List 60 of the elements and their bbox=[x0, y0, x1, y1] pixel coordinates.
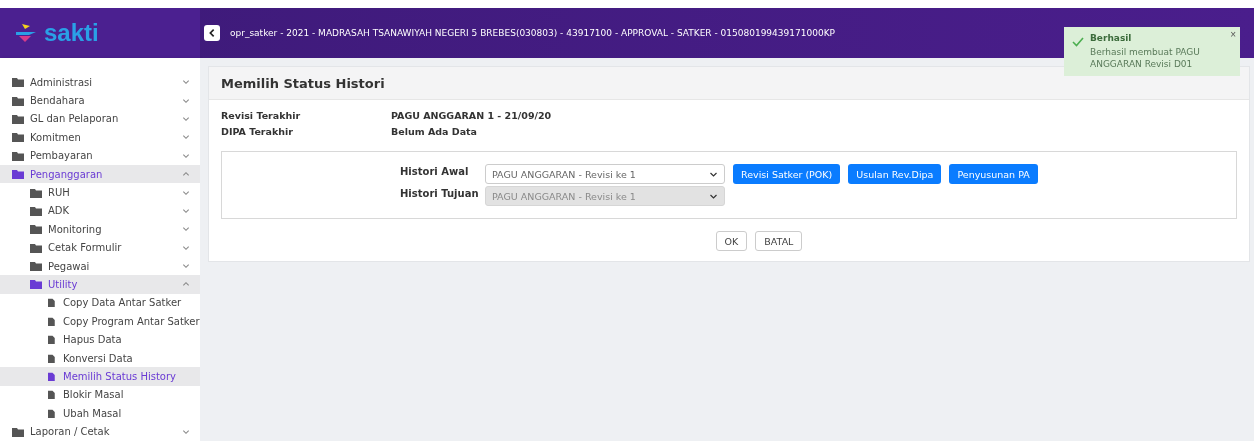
sidebar-item[interactable]: Laporan / Cetak bbox=[0, 422, 200, 441]
sidebar-item[interactable]: ADK bbox=[0, 201, 200, 221]
sidebar-item[interactable]: Konversi Data bbox=[0, 348, 200, 368]
sidebar-item[interactable]: Pegawai bbox=[0, 256, 200, 276]
action-button[interactable]: Penyusunan PA bbox=[949, 164, 1038, 184]
page-title: Memilih Status Histori bbox=[209, 67, 1249, 100]
logo: sakti bbox=[44, 19, 99, 47]
toast-title: Berhasil bbox=[1090, 33, 1133, 43]
document-icon bbox=[48, 389, 57, 401]
folder-icon bbox=[12, 426, 24, 437]
folder-icon bbox=[12, 95, 24, 106]
sidebar-item[interactable]: Komitmen bbox=[0, 128, 200, 147]
folder-icon bbox=[12, 77, 24, 88]
folder-icon bbox=[30, 261, 42, 272]
sidebar-item[interactable]: Penganggaran bbox=[0, 164, 200, 184]
sidebar-item[interactable]: Monitoring bbox=[0, 220, 200, 239]
sidebar-item[interactable]: Administrasi bbox=[0, 73, 200, 92]
document-icon bbox=[48, 370, 57, 382]
folder-icon bbox=[12, 150, 24, 161]
document-icon bbox=[48, 334, 57, 346]
field-label: Histori Tujuan bbox=[400, 187, 480, 199]
sidebar-item[interactable]: Memilih Status History bbox=[0, 367, 200, 386]
folder-icon bbox=[12, 169, 24, 180]
action-button[interactable]: Usulan Rev.Dipa bbox=[848, 164, 942, 184]
document-icon bbox=[48, 407, 57, 419]
history-select[interactable]: PAGU ANGGARAN - Revisi ke 1 bbox=[485, 164, 725, 184]
form-button[interactable]: BATAL bbox=[755, 231, 803, 251]
sidebar-item[interactable]: Utility bbox=[0, 275, 200, 294]
folder-icon bbox=[12, 132, 24, 143]
info-label: DIPA Terakhir bbox=[221, 126, 294, 137]
form-button[interactable]: OK bbox=[715, 231, 748, 251]
info-label: Revisi Terakhir bbox=[221, 110, 302, 121]
chevron-left-icon bbox=[207, 28, 217, 38]
sidebar-item[interactable]: Pembayaran bbox=[0, 146, 200, 165]
close-button[interactable]: × bbox=[1230, 29, 1236, 40]
document-icon bbox=[48, 352, 57, 364]
sidebar-item[interactable]: Copy Data Antar Satker bbox=[0, 293, 200, 313]
folder-icon bbox=[30, 279, 42, 290]
folder-icon bbox=[12, 113, 24, 124]
action-button[interactable]: Revisi Satker (POK) bbox=[733, 164, 841, 184]
document-icon bbox=[48, 315, 57, 327]
sidebar-item[interactable]: Cetak Formulir bbox=[0, 238, 200, 257]
folder-icon bbox=[30, 224, 42, 235]
sidebar-item[interactable]: Copy Program Antar Satker bbox=[0, 312, 200, 331]
sidebar-item[interactable]: Blokir Masal bbox=[0, 385, 200, 405]
info-value: PAGU ANGGARAN 1 - 21/09/20 bbox=[391, 110, 553, 121]
document-icon bbox=[48, 297, 57, 309]
sidebar-item[interactable]: RUH bbox=[0, 183, 200, 202]
folder-icon bbox=[30, 242, 42, 253]
info-value: Belum Ada Data bbox=[391, 126, 479, 137]
field-label: Histori Awal bbox=[400, 165, 470, 177]
check-icon bbox=[1072, 37, 1084, 47]
context-info: opr_satker - 2021 - MADRASAH TSANAWIYAH NEGERI 5 BREBES(030803) - 43917100 - APPROVAL - SATKER - 015080199439171000KP bbox=[230, 28, 835, 38]
folder-icon bbox=[30, 187, 42, 198]
sidebar-item[interactable]: GL dan Pelaporan bbox=[0, 109, 200, 129]
folder-icon bbox=[30, 205, 42, 216]
collapse-sidebar-button[interactable] bbox=[204, 25, 220, 41]
sidebar-item[interactable]: Hapus Data bbox=[0, 330, 200, 349]
sidebar-item[interactable]: Bendahara bbox=[0, 91, 200, 110]
sidebar-item[interactable]: Ubah Masal bbox=[0, 404, 200, 423]
